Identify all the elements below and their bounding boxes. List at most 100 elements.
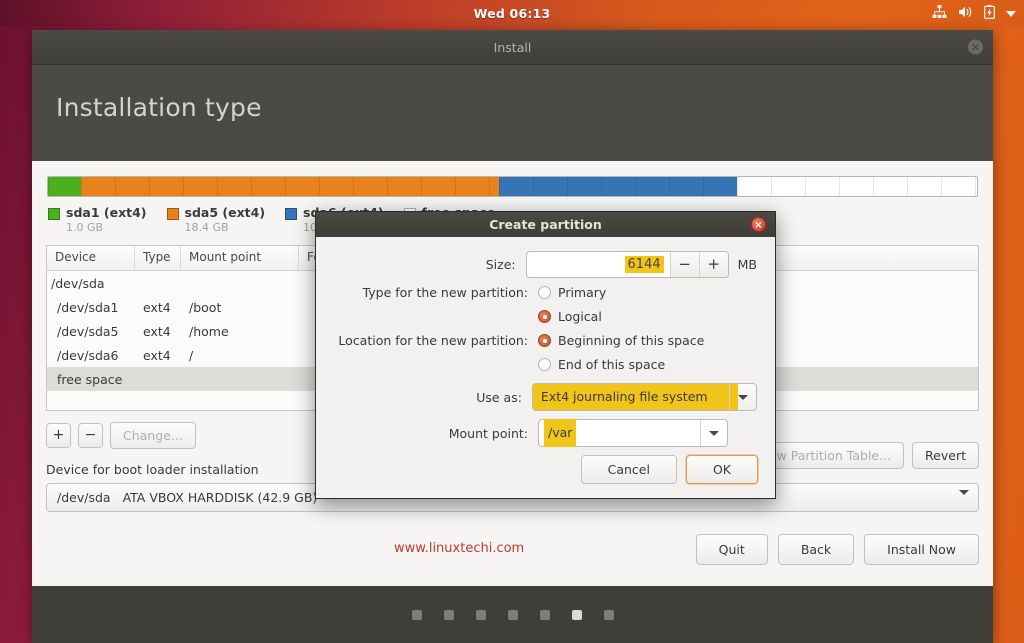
add-partition-button[interactable]: + bbox=[46, 423, 71, 448]
radio-icon bbox=[538, 358, 551, 371]
legend-item: sda5 (ext4) 18.4 GB bbox=[166, 205, 266, 235]
column-header-device[interactable]: Device bbox=[47, 246, 135, 270]
size-row: Size: 6144 − + MB bbox=[326, 251, 757, 278]
usage-segment-free-space[interactable] bbox=[737, 177, 977, 196]
size-stepper[interactable]: 6144 − + bbox=[525, 251, 729, 278]
legend-swatch-icon bbox=[285, 208, 298, 220]
cell-mount: / bbox=[189, 347, 194, 363]
radio-selected-icon bbox=[538, 334, 551, 347]
use-as-label: Use as: bbox=[476, 389, 522, 405]
legend-swatch-icon bbox=[166, 208, 179, 220]
mount-point-value[interactable]: /var bbox=[544, 419, 577, 447]
back-button[interactable]: Back bbox=[777, 534, 855, 565]
page-title: Installation type bbox=[56, 93, 262, 122]
radio-type-primary-label: Primary bbox=[558, 285, 607, 300]
battery-icon[interactable] bbox=[983, 4, 996, 22]
top-panel: Wed 06:13 bbox=[0, 0, 1024, 26]
type-label: Type for the new partition: bbox=[362, 285, 528, 300]
window-title: Install bbox=[493, 39, 532, 55]
cell-type: ext4 bbox=[143, 299, 171, 315]
legend-size: 18.4 GB bbox=[184, 221, 229, 234]
size-value: 6144 bbox=[624, 256, 664, 273]
radio-location-beginning[interactable]: Beginning of this space bbox=[538, 333, 704, 348]
partition-usage-bar[interactable] bbox=[47, 176, 978, 197]
remove-partition-button[interactable]: − bbox=[78, 423, 103, 448]
session-menu-icon[interactable] bbox=[1006, 6, 1016, 21]
column-header-mount-point[interactable]: Mount point bbox=[181, 246, 299, 270]
page-header: Installation type bbox=[32, 65, 993, 161]
boot-loader-device: /dev/sda bbox=[57, 490, 111, 505]
cell-type: ext4 bbox=[143, 347, 171, 363]
use-as-value: Ext4 journaling file system bbox=[532, 384, 738, 410]
radio-location-beginning-label: Beginning of this space bbox=[558, 333, 705, 348]
size-label: Size: bbox=[485, 257, 516, 272]
quit-button[interactable]: Quit bbox=[695, 534, 768, 565]
dialog-cancel-button[interactable]: Cancel bbox=[580, 455, 677, 484]
legend-name: sda1 (ext4) bbox=[66, 205, 147, 220]
legend-name: sda5 (ext4) bbox=[184, 205, 266, 220]
slide-dot[interactable] bbox=[443, 609, 454, 620]
usage-segment-sda5[interactable] bbox=[81, 177, 500, 196]
type-row-logical: Logical bbox=[326, 307, 757, 326]
radio-icon bbox=[538, 286, 551, 299]
volume-icon[interactable] bbox=[958, 5, 973, 22]
installer-window: Install × Installation type sda1 (ext4) 1… bbox=[32, 30, 993, 643]
legend-item: sda1 (ext4) 1.0 GB bbox=[48, 205, 147, 235]
size-increment-button[interactable]: + bbox=[698, 252, 728, 277]
slide-dot[interactable] bbox=[539, 609, 550, 620]
cell-mount: /boot bbox=[189, 299, 222, 315]
partition-table-actions: New Partition Table... Revert bbox=[746, 442, 979, 469]
cell-device: /dev/sda6 bbox=[57, 347, 119, 363]
chevron-down-icon[interactable] bbox=[729, 384, 756, 410]
mount-point-label: Mount point: bbox=[448, 425, 528, 441]
legend-size: 1.0 GB bbox=[66, 221, 104, 234]
dialog-titlebar: Create partition × bbox=[316, 212, 775, 237]
network-icon[interactable] bbox=[932, 4, 947, 22]
dialog-ok-button[interactable]: OK bbox=[685, 455, 758, 484]
system-tray bbox=[932, 0, 1016, 26]
boot-loader-description: ATA VBOX HARDDISK (42.9 GB) bbox=[122, 490, 318, 505]
install-now-button[interactable]: Install Now bbox=[864, 534, 979, 565]
radio-type-primary[interactable]: Primary bbox=[538, 285, 606, 300]
dialog-close-icon[interactable]: × bbox=[751, 217, 766, 232]
radio-selected-icon bbox=[538, 310, 551, 323]
legend-swatch-icon bbox=[48, 208, 60, 220]
slide-dot[interactable] bbox=[603, 609, 614, 620]
radio-location-end[interactable]: End of this space bbox=[538, 357, 665, 372]
cell-mount: /home bbox=[189, 323, 229, 339]
usage-segment-sda1[interactable] bbox=[48, 177, 82, 196]
radio-type-logical-label: Logical bbox=[558, 309, 602, 324]
clock[interactable]: Wed 06:13 bbox=[474, 6, 551, 21]
size-decrement-button[interactable]: − bbox=[669, 252, 699, 277]
cell-device: free space bbox=[57, 371, 123, 387]
mount-point-select[interactable]: /var bbox=[538, 419, 728, 447]
window-titlebar: Install × bbox=[32, 30, 993, 65]
slide-dot[interactable] bbox=[571, 609, 582, 620]
location-label: Location for the new partition: bbox=[338, 333, 528, 348]
window-close-icon[interactable]: × bbox=[968, 39, 983, 55]
footer-buttons: Quit Back Install Now bbox=[695, 534, 979, 565]
slide-dot[interactable] bbox=[507, 609, 518, 620]
size-input[interactable]: 6144 bbox=[527, 252, 670, 277]
chevron-down-icon[interactable] bbox=[700, 420, 727, 446]
create-partition-dialog: Create partition × Size: 6144 − + MB Typ… bbox=[315, 211, 776, 499]
radio-location-end-label: End of this space bbox=[558, 357, 666, 372]
use-as-row: Use as: Ext4 journaling file system bbox=[326, 383, 757, 411]
usage-segment-sda6[interactable] bbox=[499, 177, 738, 196]
mount-point-row: Mount point: /var bbox=[326, 419, 757, 447]
use-as-select[interactable]: Ext4 journaling file system bbox=[531, 383, 757, 411]
cell-device: /dev/sda bbox=[51, 275, 105, 291]
radio-type-logical[interactable]: Logical bbox=[538, 309, 602, 324]
change-partition-button[interactable]: Change... bbox=[110, 422, 196, 449]
revert-button[interactable]: Revert bbox=[912, 442, 979, 469]
type-row-primary: Type for the new partition: Primary bbox=[326, 283, 757, 302]
dialog-body: Size: 6144 − + MB Type for the new parti… bbox=[316, 237, 775, 447]
slide-dot[interactable] bbox=[475, 609, 486, 620]
slide-dot[interactable] bbox=[411, 609, 422, 620]
dialog-buttons: Cancel OK bbox=[580, 455, 758, 484]
column-header-type[interactable]: Type bbox=[135, 246, 181, 270]
dialog-title: Create partition bbox=[489, 217, 602, 232]
cell-type: ext4 bbox=[143, 323, 171, 339]
slideshow-indicator bbox=[32, 586, 993, 643]
watermark-text: www.linuxtechi.com bbox=[394, 541, 525, 556]
